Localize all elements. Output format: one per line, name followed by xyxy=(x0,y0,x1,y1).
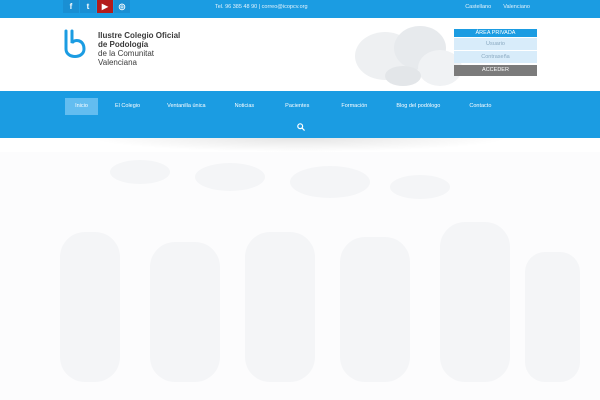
logo-line-1: Ilustre Colegio Oficial xyxy=(98,31,181,40)
top-bar: f t ▶ ◎ Tel. 96 385 48 90 | correo@icopc… xyxy=(0,0,600,18)
logo-line-4: Valenciana xyxy=(98,58,137,67)
nav-item-blog[interactable]: Blog del podólogo xyxy=(396,98,440,115)
nav-item-pacientes[interactable]: Pacientes xyxy=(285,98,309,115)
nav-item-formacion[interactable]: Formación xyxy=(341,98,367,115)
hands-background-image xyxy=(355,26,462,86)
main-navigation: Inicio El Colegio Ventanilla única Notic… xyxy=(0,91,600,138)
site-header: Ilustre Colegio Oficial de Podología de … xyxy=(0,18,600,91)
language-switcher: Castellano Valenciano xyxy=(465,4,530,10)
password-input[interactable] xyxy=(454,51,537,63)
lang-valenciano[interactable]: Valenciano xyxy=(503,4,530,10)
username-input[interactable] xyxy=(454,38,537,50)
nav-shadow xyxy=(90,138,510,152)
social-links: f t ▶ ◎ xyxy=(63,0,130,13)
logo-line-3: de la Comunitat xyxy=(98,49,155,58)
hero-watermark-image xyxy=(60,160,580,382)
nav-item-inicio[interactable]: Inicio xyxy=(65,98,98,115)
logo-mark[interactable] xyxy=(62,29,88,63)
private-area-login: ÁREA PRIVADA ACCEDER xyxy=(454,29,537,76)
private-area-title: ÁREA PRIVADA xyxy=(454,29,537,37)
search-icon[interactable] xyxy=(297,123,305,131)
facebook-icon[interactable]: f xyxy=(63,0,79,13)
login-button[interactable]: ACCEDER xyxy=(454,65,537,76)
twitter-icon[interactable]: t xyxy=(80,0,96,13)
nav-menu: Inicio El Colegio Ventanilla única Notic… xyxy=(65,98,491,115)
instagram-icon[interactable]: ◎ xyxy=(114,0,130,13)
lang-castellano[interactable]: Castellano xyxy=(465,4,491,10)
contact-info: Tel. 96 385 48 90 | correo@icopcv.org xyxy=(215,4,308,10)
nav-item-el-colegio[interactable]: El Colegio xyxy=(115,98,140,115)
hero-background xyxy=(0,152,600,400)
youtube-icon[interactable]: ▶ xyxy=(97,0,113,13)
nav-item-contacto[interactable]: Contacto xyxy=(469,98,491,115)
logo-line-2: de Podología xyxy=(98,40,149,49)
nav-item-ventanilla-unica[interactable]: Ventanilla única xyxy=(167,98,206,115)
logo-text[interactable]: Ilustre Colegio Oficial de Podología de … xyxy=(98,31,180,67)
nav-item-noticias[interactable]: Noticias xyxy=(235,98,255,115)
